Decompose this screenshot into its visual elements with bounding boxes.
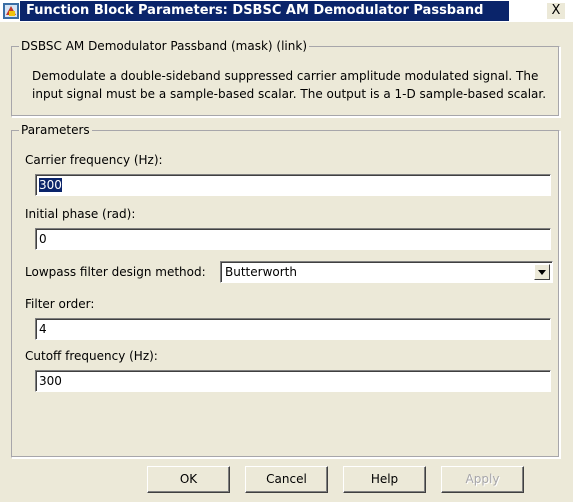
parameters-group-label: Parameters [19, 123, 92, 138]
carrier-frequency-input[interactable]: 300 [35, 174, 551, 196]
title-bar: Function Block Parameters: DSBSC AM Demo… [0, 0, 573, 22]
filter-design-select[interactable]: Butterworth [220, 261, 553, 283]
filter-design-value: Butterworth [225, 265, 297, 279]
initial-phase-input[interactable]: 0 [35, 228, 551, 250]
chevron-down-icon [538, 270, 546, 275]
close-icon: X [551, 3, 561, 18]
ok-button[interactable]: OK [147, 466, 230, 493]
dropdown-button[interactable] [534, 264, 550, 280]
block-group-label: DSBSC AM Demodulator Passband (mask) (li… [19, 39, 309, 54]
cutoff-frequency-label: Cutoff frequency (Hz): [25, 349, 158, 363]
filter-order-label: Filter order: [25, 297, 95, 311]
close-button[interactable]: X [547, 3, 565, 19]
block-description-group: DSBSC AM Demodulator Passband (mask) (li… [11, 39, 560, 117]
initial-phase-value: 0 [39, 232, 47, 246]
cutoff-frequency-value: 300 [39, 374, 62, 388]
simulink-block-icon [3, 3, 19, 19]
filter-order-input[interactable]: 4 [35, 318, 551, 340]
cutoff-frequency-input[interactable]: 300 [35, 370, 551, 392]
filter-design-label: Lowpass filter design method: [25, 265, 206, 279]
carrier-frequency-label: Carrier frequency (Hz): [25, 153, 163, 167]
initial-phase-label: Initial phase (rad): [25, 207, 136, 221]
window-title: Function Block Parameters: DSBSC AM Demo… [22, 2, 488, 20]
help-button[interactable]: Help [343, 466, 426, 493]
carrier-frequency-value: 300 [39, 178, 62, 192]
apply-button[interactable]: Apply [441, 466, 524, 493]
block-description: Demodulate a double-sideband suppressed … [32, 69, 547, 101]
cancel-button[interactable]: Cancel [245, 466, 328, 493]
filter-order-value: 4 [39, 322, 47, 336]
